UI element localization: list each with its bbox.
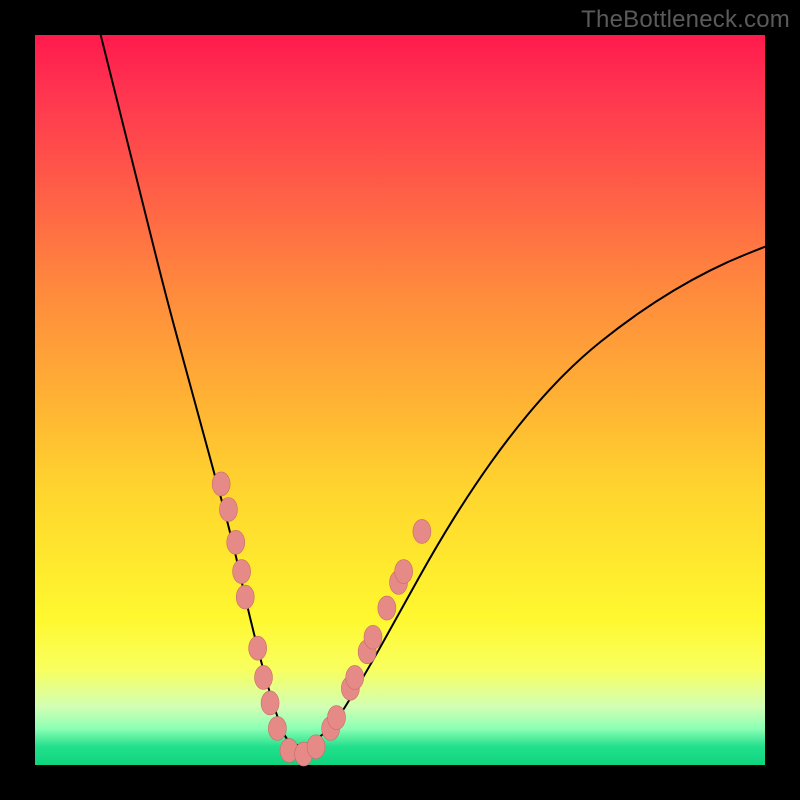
bottleneck-chart — [35, 35, 765, 765]
watermark-text: TheBottleneck.com — [581, 6, 790, 34]
data-marker — [364, 625, 382, 649]
data-marker — [378, 596, 396, 620]
data-marker — [236, 585, 254, 609]
data-marker — [261, 691, 279, 715]
marker-group — [212, 472, 431, 766]
data-marker — [307, 735, 325, 759]
data-marker — [268, 717, 286, 741]
data-marker — [327, 706, 345, 730]
data-marker — [346, 665, 364, 689]
data-marker — [233, 560, 251, 584]
data-marker — [219, 498, 237, 522]
data-marker — [254, 665, 272, 689]
data-marker — [395, 560, 413, 584]
bottleneck-curve — [101, 35, 765, 745]
data-marker — [413, 519, 431, 543]
data-marker — [227, 530, 245, 554]
data-marker — [212, 472, 230, 496]
data-marker — [249, 636, 267, 660]
